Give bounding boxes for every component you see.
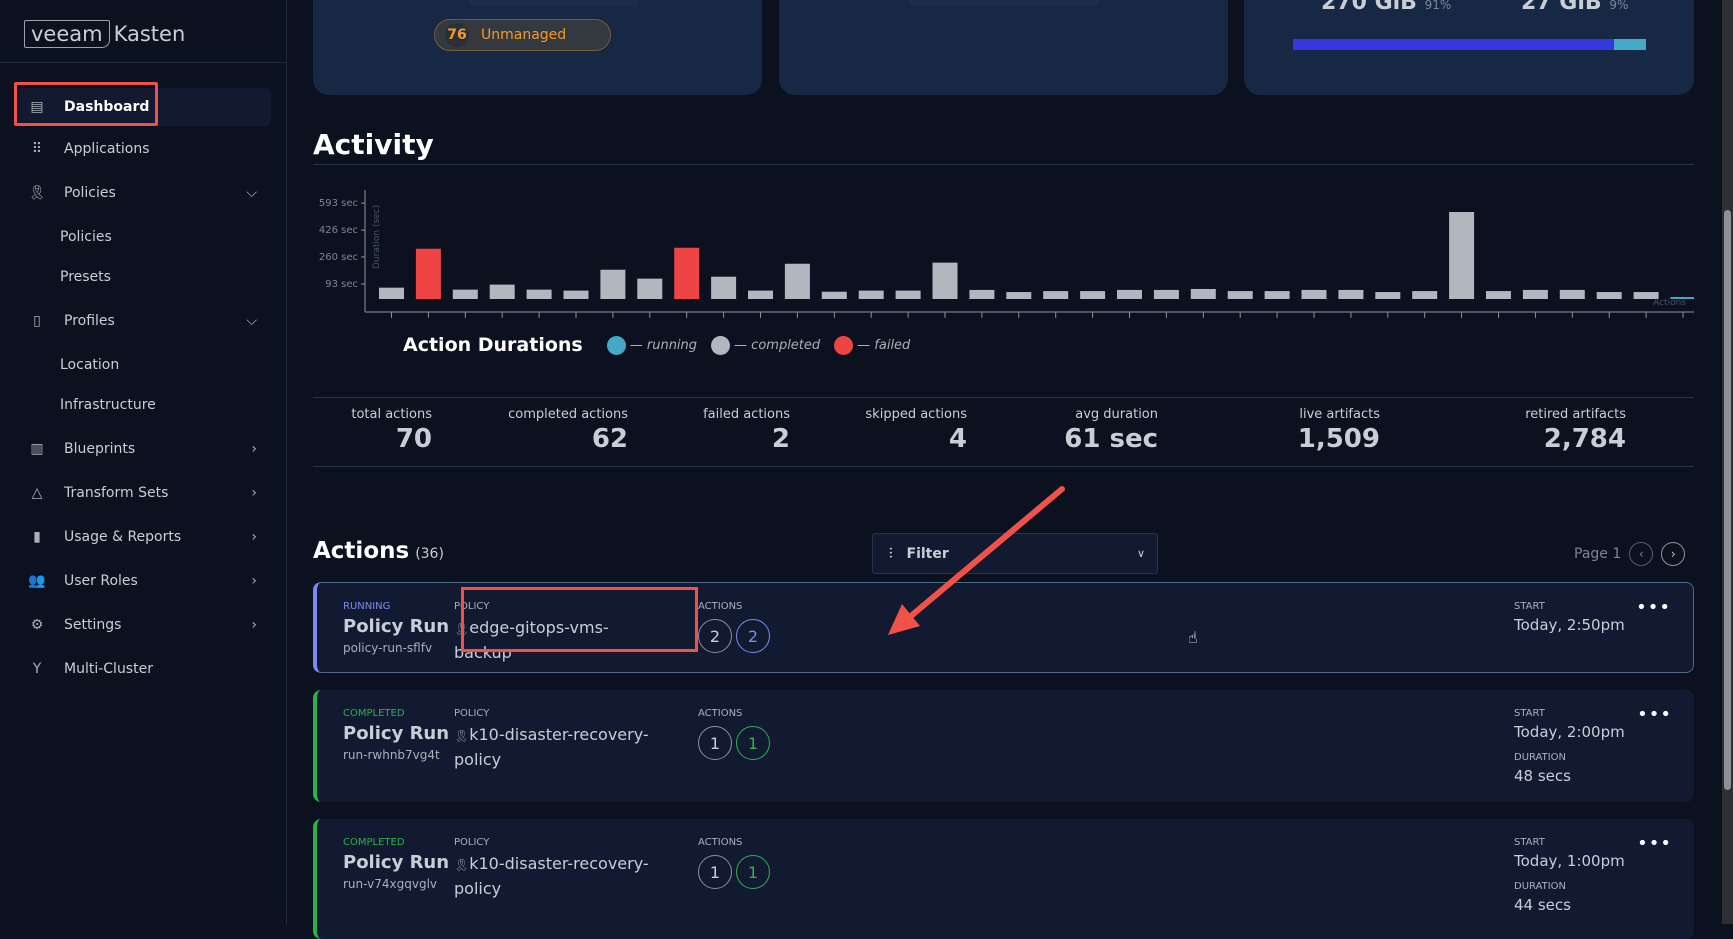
mouse-cursor: ☝ xyxy=(1188,628,1198,647)
annotation-arrow xyxy=(888,486,1065,635)
scrollbar-thumb[interactable] xyxy=(1724,210,1731,790)
scrollbar[interactable] xyxy=(1722,0,1733,924)
